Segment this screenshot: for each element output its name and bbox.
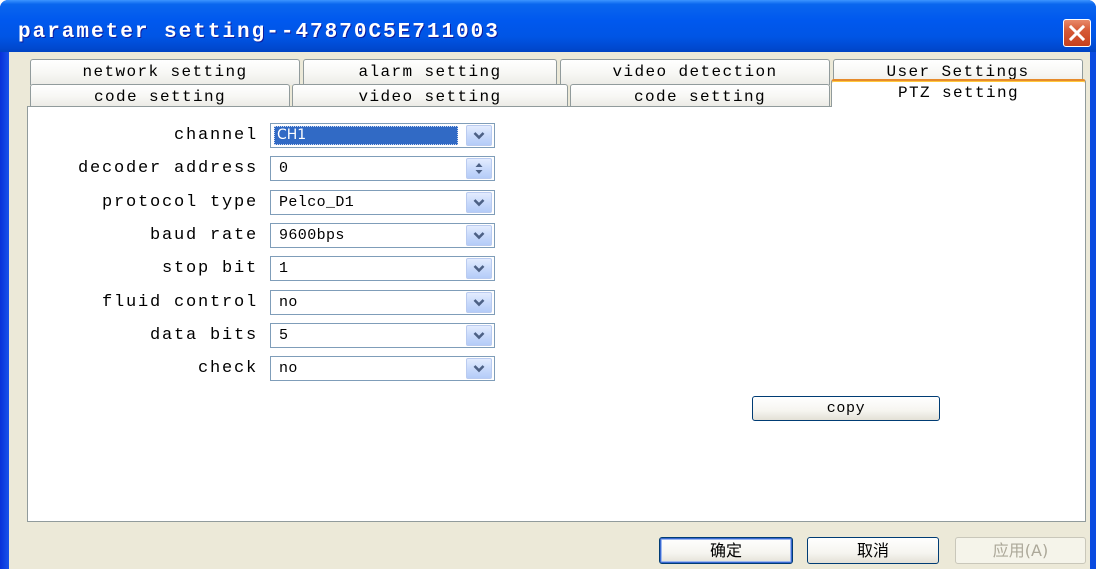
form-row-check: check no — [0, 356, 1096, 381]
protocol-type-dropdown-button[interactable] — [466, 192, 492, 213]
form-row-data-bits: data bits 5 — [0, 323, 1096, 348]
form-row-decoder-address: decoder address 0 — [0, 156, 1096, 181]
tab-video-setting[interactable]: video setting — [292, 84, 568, 106]
ok-button[interactable]: 确定 — [659, 537, 793, 564]
close-icon — [1068, 24, 1086, 42]
check-label: check — [197, 359, 258, 378]
form-row-fluid-control: fluid control no — [0, 290, 1096, 315]
baud-rate-label: baud rate — [149, 226, 258, 245]
channel-label: channel — [173, 126, 258, 145]
channel-value: CH1 — [277, 127, 307, 143]
stop-bit-select[interactable]: 1 — [270, 256, 495, 281]
cancel-button[interactable]: 取消 — [807, 537, 939, 564]
form-row-baud-rate: baud rate 9600bps — [0, 223, 1096, 248]
spinner-icon — [475, 163, 483, 174]
chevron-down-icon — [473, 365, 485, 373]
fluid-control-label: fluid control — [101, 293, 258, 312]
tab-network-setting[interactable]: network setting — [30, 59, 300, 85]
chevron-down-icon — [473, 132, 485, 140]
decoder-address-input[interactable]: 0 — [270, 156, 495, 181]
chevron-down-icon — [473, 232, 485, 240]
decoder-address-value: 0 — [279, 160, 289, 177]
form-row-channel: channel CH1 — [0, 123, 1096, 148]
stop-bit-value: 1 — [279, 260, 289, 277]
stop-bit-label: stop bit — [161, 259, 258, 278]
form-row-stop-bit: stop bit 1 — [0, 256, 1096, 281]
tab-code-setting-2[interactable]: code setting — [570, 84, 830, 106]
protocol-type-select[interactable]: Pelco_D1 — [270, 190, 495, 215]
check-value: no — [279, 360, 298, 377]
data-bits-label: data bits — [149, 326, 258, 345]
check-select[interactable]: no — [270, 356, 495, 381]
tab-ptz-setting[interactable]: PTZ setting — [831, 79, 1086, 107]
fluid-control-value: no — [279, 294, 298, 311]
protocol-type-value: Pelco_D1 — [279, 194, 355, 211]
fluid-control-select[interactable]: no — [270, 290, 495, 315]
window-title: parameter setting--47870C5E711003 — [18, 21, 500, 44]
baud-rate-dropdown-button[interactable] — [466, 225, 492, 246]
form-row-protocol-type: protocol type Pelco_D1 — [0, 190, 1096, 215]
chevron-down-icon — [473, 332, 485, 340]
chevron-down-icon — [473, 299, 485, 307]
channel-selection-highlight: CH1 — [274, 126, 458, 145]
check-dropdown-button[interactable] — [466, 358, 492, 379]
protocol-type-label: protocol type — [101, 193, 258, 212]
tab-code-setting[interactable]: code setting — [30, 84, 290, 106]
data-bits-select[interactable]: 5 — [270, 323, 495, 348]
data-bits-dropdown-button[interactable] — [466, 325, 492, 346]
apply-button[interactable]: 应用(A) — [955, 537, 1086, 564]
close-button[interactable] — [1063, 19, 1091, 47]
tab-video-detection[interactable]: video detection — [560, 59, 830, 85]
baud-rate-value: 9600bps — [279, 227, 345, 244]
chevron-down-icon — [473, 265, 485, 273]
channel-dropdown-button[interactable] — [466, 125, 492, 146]
chevron-down-icon — [473, 199, 485, 207]
baud-rate-select[interactable]: 9600bps — [270, 223, 495, 248]
fluid-control-dropdown-button[interactable] — [466, 292, 492, 313]
decoder-address-spinner-button[interactable] — [466, 158, 492, 179]
tab-alarm-setting[interactable]: alarm setting — [303, 59, 557, 85]
stop-bit-dropdown-button[interactable] — [466, 258, 492, 279]
channel-select[interactable]: CH1 — [270, 123, 495, 148]
title-bar[interactable]: parameter setting--47870C5E711003 — [0, 0, 1096, 52]
data-bits-value: 5 — [279, 327, 289, 344]
copy-button[interactable]: copy — [752, 396, 940, 421]
decoder-address-label: decoder address — [77, 159, 258, 178]
